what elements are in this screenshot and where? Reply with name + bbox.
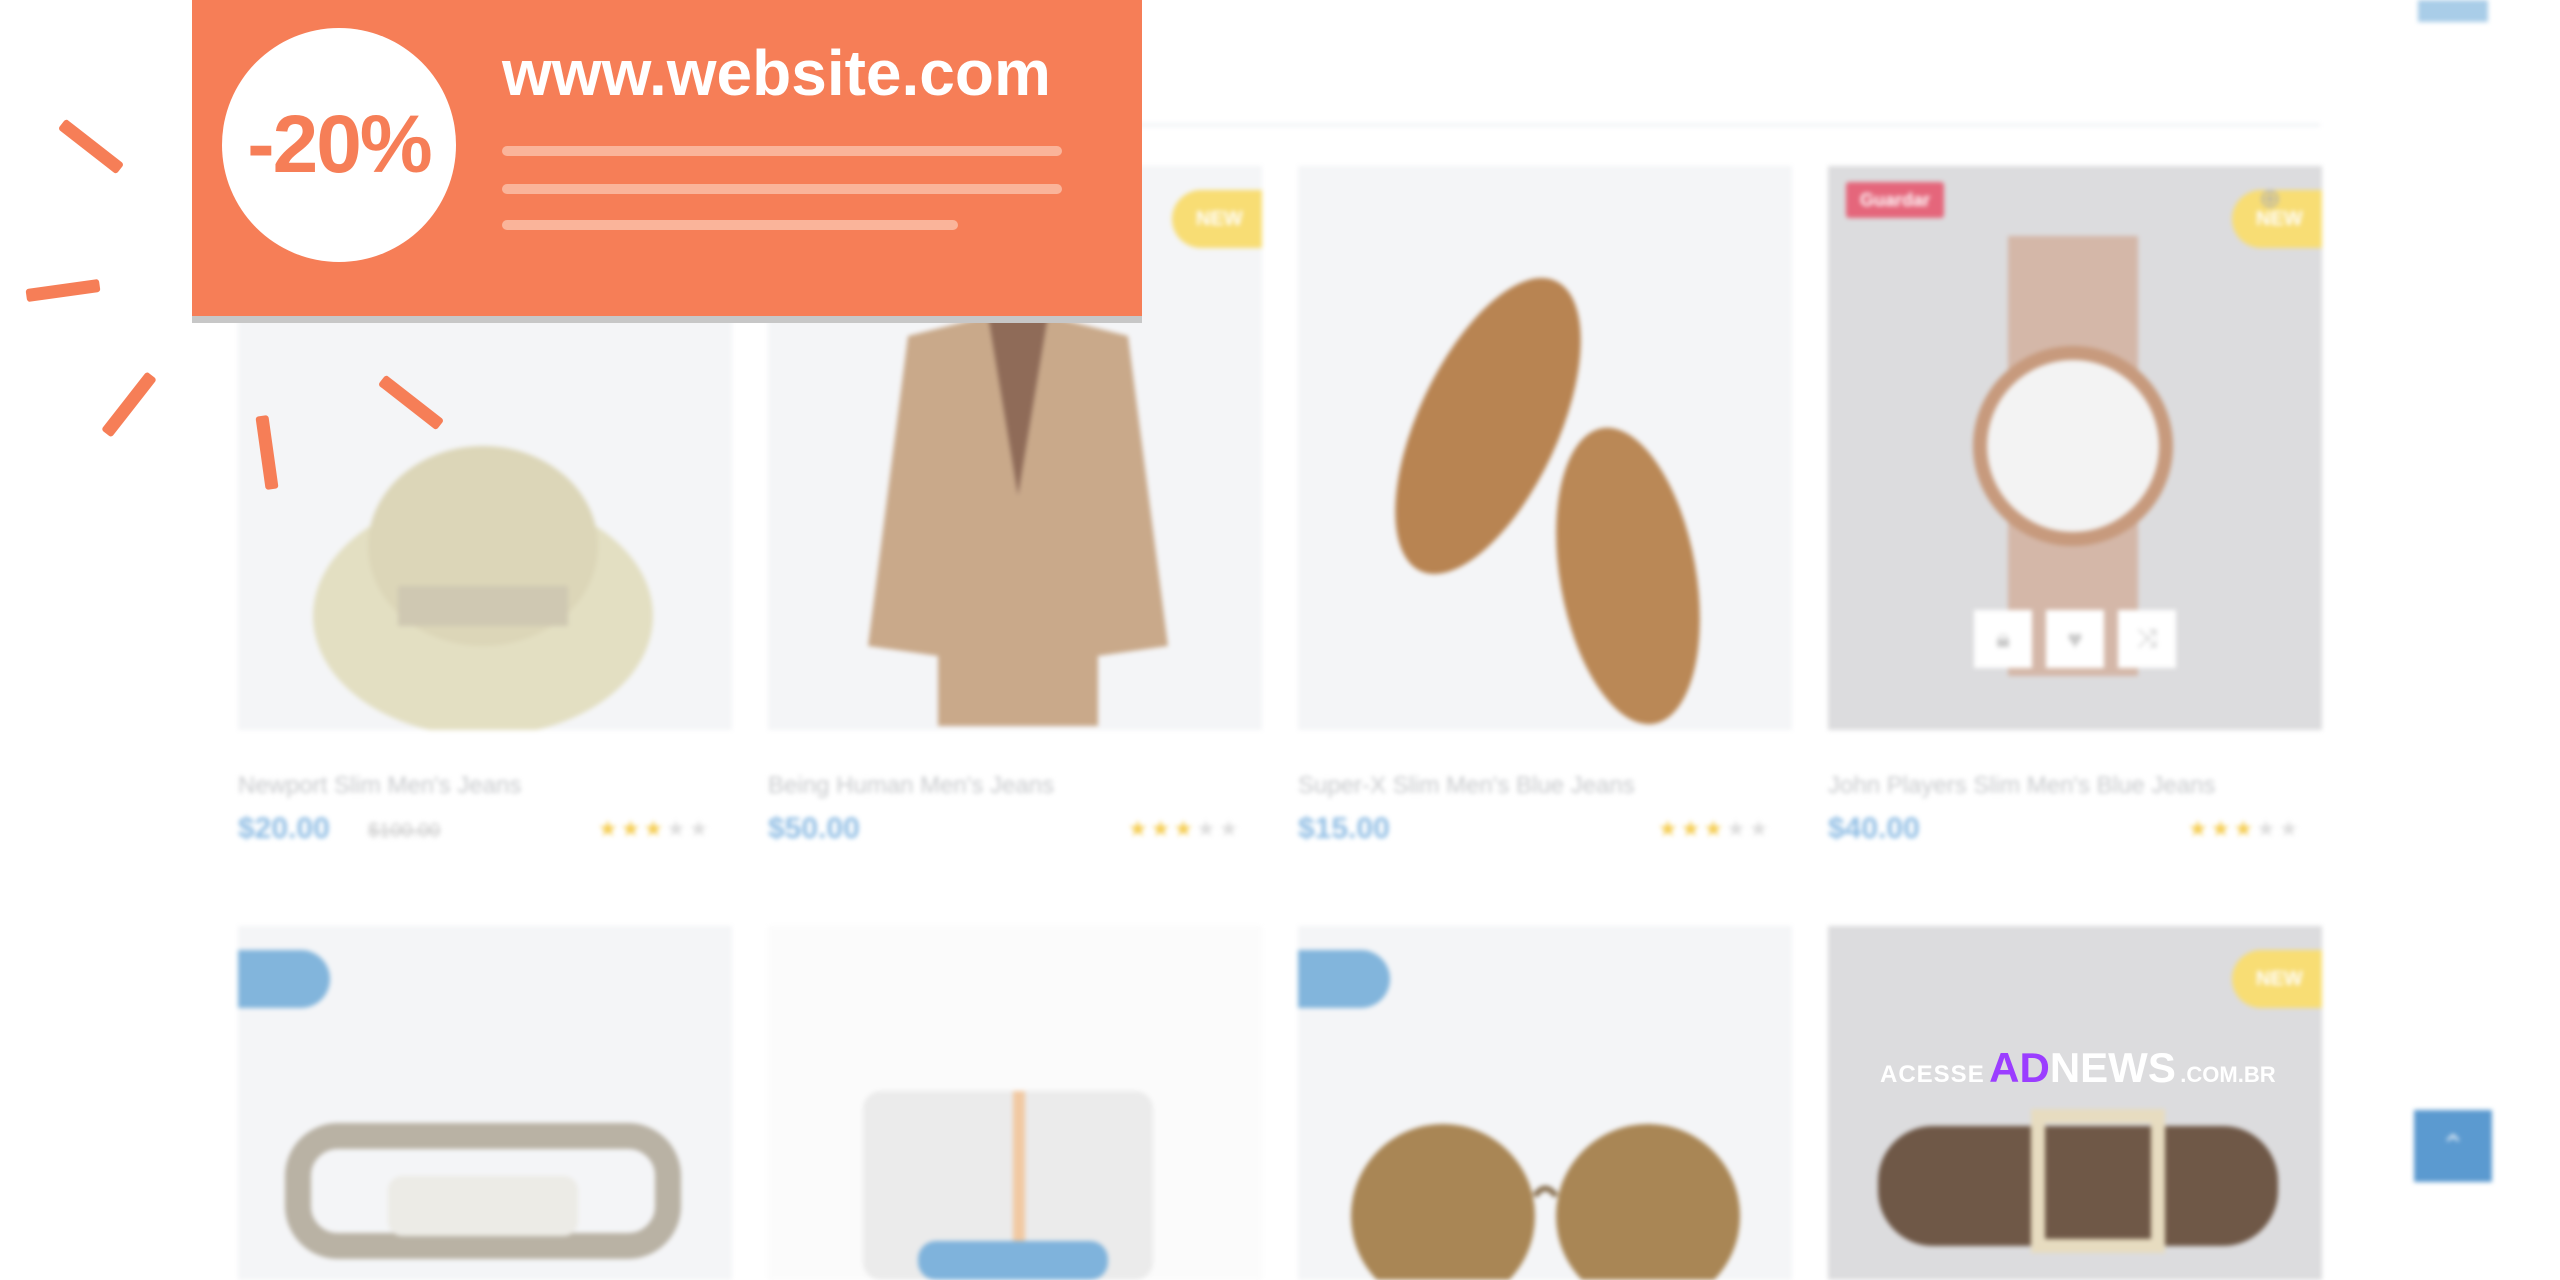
cart-icon[interactable]: 🔒︎ [1974, 610, 2032, 668]
product-price: $50.00 [768, 812, 860, 845]
product-image-bag[interactable] [768, 926, 1262, 1280]
promo-banner[interactable]: -20% www.website.com [192, 0, 1142, 316]
adnews-watermark: ACESSE ADNEWS .COM.BR [1880, 1044, 2276, 1091]
discount-circle: -20% [222, 28, 456, 262]
placeholder-line [502, 220, 958, 230]
product-title[interactable]: Super-X Slim Men's Blue Jeans [1298, 772, 1635, 800]
rating-stars: ★★★★★ [2188, 816, 2302, 841]
rating-stars: ★★★★★ [1658, 816, 1772, 841]
product-image-watch[interactable]: Guardar NEW ⊕ 🔒︎ ♥ ⤨ [1828, 166, 2322, 730]
shuffle-icon[interactable]: ⤨ [2118, 610, 2176, 668]
placeholder-line [502, 184, 1062, 194]
product-price: $40.00 [1828, 812, 1920, 845]
new-badge: NEW [2232, 950, 2322, 1008]
zoom-icon[interactable]: ⊕ [2250, 178, 2290, 218]
product-title[interactable]: Newport Slim Men's Jeans [238, 772, 521, 800]
heart-icon[interactable]: ♥ [2046, 610, 2104, 668]
placeholder-line [502, 146, 1062, 156]
product-price: $15.00 [1298, 812, 1390, 845]
shoes-illustration [1395, 278, 1700, 725]
product-image-shoes[interactable] [1298, 166, 1792, 730]
arrow-up-icon: ⌃ [2440, 1129, 2466, 1163]
rating-stars: ★★★★★ [1128, 816, 1242, 841]
new-badge: NEW [1172, 190, 1262, 248]
product-image-belt[interactable]: NEW [1828, 926, 2322, 1280]
product-price: $20.00 [238, 812, 330, 845]
product-title[interactable]: John Players Slim Men's Blue Jeans [1828, 772, 2215, 800]
bag-illustration [863, 1091, 1153, 1280]
sale-badge [238, 950, 330, 1008]
promo-url[interactable]: www.website.com [502, 36, 1051, 110]
guardar-badge[interactable]: Guardar [1846, 182, 1945, 218]
product-old-price: $100.00 [368, 820, 441, 842]
product-image-sunglasses[interactable] [1298, 926, 1792, 1280]
sale-badge [1298, 950, 1390, 1008]
rating-stars: ★★★★★ [598, 816, 712, 841]
header-button[interactable] [2418, 0, 2488, 22]
product-image-bracelet[interactable] [238, 926, 732, 1280]
scroll-to-top-button[interactable]: ⌃ [2414, 1110, 2492, 1182]
product-title[interactable]: Being Human Men's Jeans [768, 772, 1054, 800]
